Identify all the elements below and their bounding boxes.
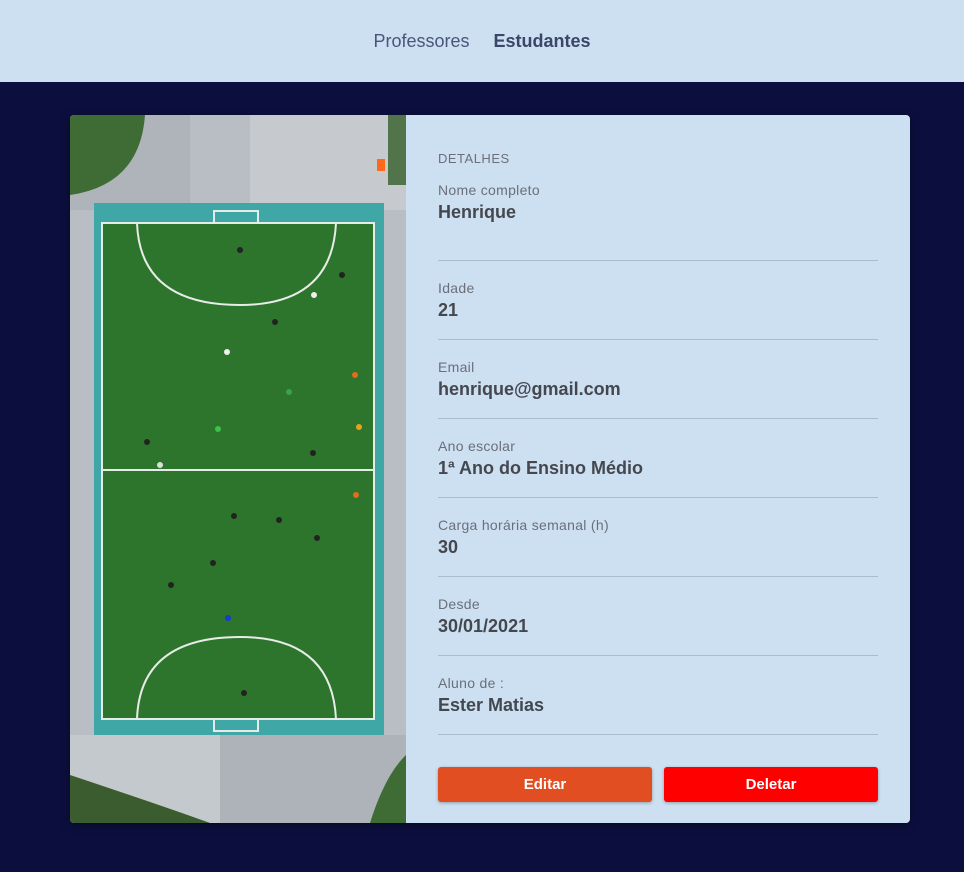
field-label: Email xyxy=(438,359,475,375)
field-full-name: Nome completo Henrique xyxy=(438,182,878,261)
field-since: Desde 30/01/2021 xyxy=(438,577,878,656)
field-email: Email henrique@gmail.com xyxy=(438,340,878,419)
field-value: 30/01/2021 xyxy=(438,616,529,636)
details-panel: DETALHES Nome completo Henrique Idade 21… xyxy=(406,115,910,823)
section-title: DETALHES xyxy=(438,151,510,166)
edit-button[interactable]: Editar xyxy=(438,767,652,802)
delete-button[interactable]: Deletar xyxy=(664,767,878,802)
field-value: 30 xyxy=(438,537,459,557)
futsal-court-photo xyxy=(70,115,406,823)
field-teacher: Aluno de : Ester Matias xyxy=(438,656,878,735)
nav-link-professores[interactable]: Professores xyxy=(373,31,469,52)
student-detail-card: DETALHES Nome completo Henrique Idade 21… xyxy=(70,115,910,823)
field-value: Henrique xyxy=(438,202,517,222)
field-age: Idade 21 xyxy=(438,261,878,340)
field-school-year: Ano escolar 1ª Ano do Ensino Médio xyxy=(438,419,878,498)
field-value: henrique@gmail.com xyxy=(438,379,621,399)
field-value: 21 xyxy=(438,300,459,320)
field-label: Desde xyxy=(438,596,480,612)
field-value: Ester Matias xyxy=(438,695,545,715)
field-label: Ano escolar xyxy=(438,438,516,454)
field-label: Aluno de : xyxy=(438,675,505,691)
nav-link-estudantes[interactable]: Estudantes xyxy=(494,31,591,52)
field-label: Nome completo xyxy=(438,182,540,198)
field-label: Carga horária semanal (h) xyxy=(438,517,609,533)
field-label: Idade xyxy=(438,280,475,296)
field-value: 1ª Ano do Ensino Médio xyxy=(438,458,643,478)
field-weekly-hours: Carga horária semanal (h) 30 xyxy=(438,498,878,577)
top-nav: Professores Estudantes xyxy=(0,0,964,82)
action-buttons: Editar Deletar xyxy=(438,767,878,802)
